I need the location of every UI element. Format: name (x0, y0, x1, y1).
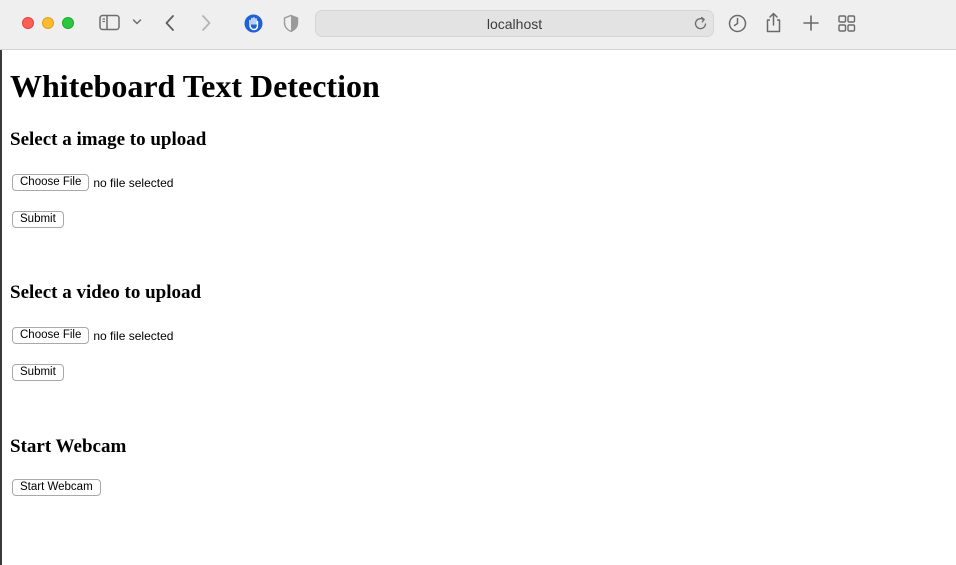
plus-icon[interactable] (803, 15, 819, 31)
close-window-button[interactable] (22, 17, 34, 29)
image-file-input: Choose File no file selected (12, 174, 173, 191)
browser-toolbar: localhost (0, 0, 956, 50)
minimize-window-button[interactable] (42, 17, 54, 29)
chevron-down-icon[interactable] (132, 18, 142, 26)
tabs-overview-icon[interactable] (838, 15, 856, 32)
image-choose-file-button[interactable]: Choose File (12, 174, 90, 191)
zoom-window-button[interactable] (62, 17, 74, 29)
video-submit-button[interactable]: Submit (12, 364, 64, 381)
forward-icon[interactable] (200, 14, 212, 32)
reload-icon[interactable] (694, 16, 708, 36)
webcam-heading: Start Webcam (10, 436, 127, 457)
url-text: localhost (486, 16, 543, 32)
video-upload-heading: Select a video to upload (10, 282, 202, 303)
video-choose-file-button[interactable]: Choose File (12, 327, 90, 344)
shield-icon[interactable] (283, 14, 299, 33)
video-file-input: Choose File no file selected (12, 327, 173, 344)
start-webcam-button[interactable]: Start Webcam (12, 479, 101, 496)
sidebar-icon[interactable] (99, 14, 121, 32)
share-icon[interactable] (765, 12, 782, 33)
window-edge (0, 0, 2, 565)
history-icon[interactable] (728, 14, 747, 33)
page-title: Whiteboard Text Detection (10, 68, 380, 104)
hand-icon[interactable] (244, 14, 263, 33)
back-icon[interactable] (164, 14, 176, 32)
image-file-status: no file selected (93, 175, 174, 190)
video-file-status: no file selected (93, 328, 174, 343)
image-submit-button[interactable]: Submit (12, 211, 64, 228)
image-upload-heading: Select a image to upload (10, 129, 207, 150)
address-bar[interactable]: localhost (315, 10, 714, 37)
